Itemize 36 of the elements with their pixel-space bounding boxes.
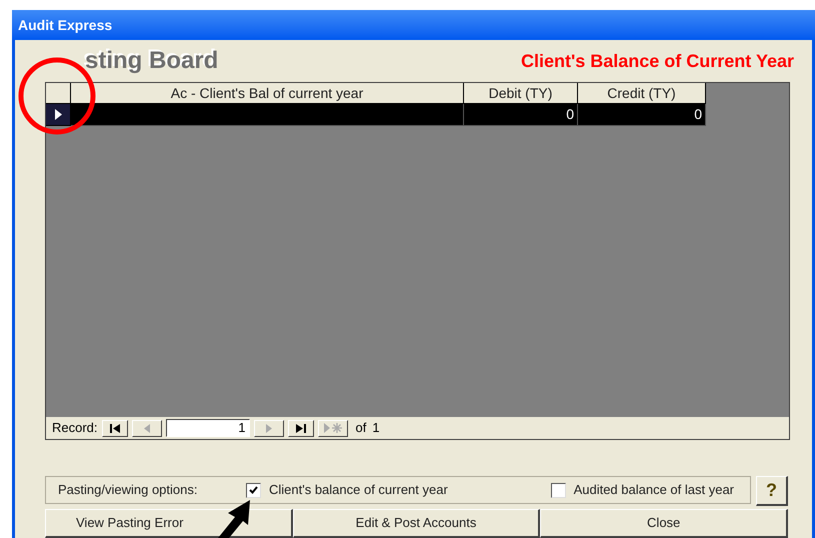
checkbox-label[interactable]: Audited balance of last year: [574, 480, 734, 500]
record-number-field[interactable]: 1: [166, 419, 250, 437]
new-record-button[interactable]: [318, 420, 348, 436]
row-selector[interactable]: [46, 104, 71, 126]
column-header[interactable]: Credit (TY): [578, 83, 706, 104]
form-heading: sting Board: [85, 46, 218, 76]
checkbox[interactable]: [550, 482, 566, 498]
help-button[interactable]: ?: [756, 476, 788, 506]
table-cell: 0: [464, 104, 578, 126]
previous-icon: [144, 424, 150, 432]
new-record-icon: [324, 423, 342, 433]
next-icon: [266, 424, 272, 432]
current-row-icon: [54, 109, 62, 120]
previous-record-button[interactable]: [132, 420, 162, 436]
first-record-button[interactable]: [102, 420, 128, 436]
column-header[interactable]: Debit (TY): [464, 83, 578, 104]
record-of-label: of: [356, 419, 366, 438]
form-button[interactable]: Close: [540, 509, 788, 538]
checkbox-label[interactable]: Client's balance of current year: [269, 480, 448, 500]
first-icon: [110, 424, 120, 432]
record-total: 1: [372, 419, 380, 438]
options-label: Pasting/viewing options:: [58, 481, 198, 500]
last-icon: [296, 424, 306, 432]
form-button[interactable]: Edit & Post Accounts: [292, 509, 540, 538]
check-icon: [249, 486, 258, 494]
last-record-button[interactable]: [288, 420, 314, 436]
form-button[interactable]: View Pasting Error: [45, 509, 293, 538]
column-header[interactable]: Ac - Client's Bal of current year: [71, 83, 464, 104]
next-record-button[interactable]: [254, 420, 284, 436]
annotation-arrow: [218, 500, 250, 538]
table-cell: 0: [578, 104, 706, 126]
checkbox[interactable]: [246, 482, 261, 498]
row-selector-header: [46, 83, 71, 104]
record-label: Record:: [52, 419, 98, 438]
window-title: Audit Express: [18, 16, 112, 35]
form-subtitle: Client's Balance of Current Year: [520, 50, 794, 72]
